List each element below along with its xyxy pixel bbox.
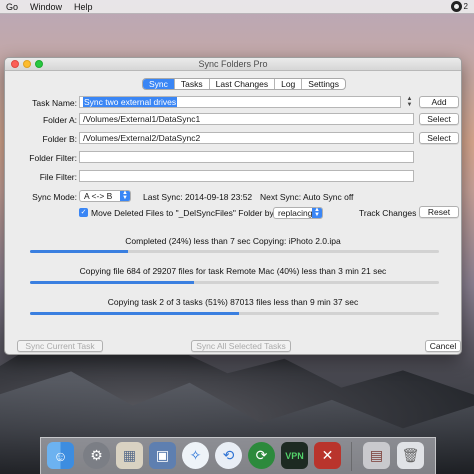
task-name-value: Sync two external drives — [83, 97, 178, 107]
dock-separator — [351, 442, 352, 471]
replacing-popup[interactable]: replacing ▲ ▼ — [273, 207, 323, 219]
file-filter-label: File Filter: — [39, 172, 77, 182]
sync-mode-label: Sync Mode: — [32, 192, 77, 202]
task-name-field[interactable]: Sync two external drives — [79, 96, 401, 108]
progress-status-2: Copying file 684 of 29207 files for task… — [79, 266, 387, 276]
zoom-window-button[interactable] — [35, 60, 43, 68]
safari-icon[interactable]: ✧ — [182, 442, 209, 469]
progress-status-3: Copying task 2 of 3 tasks (51%) 87013 fi… — [107, 297, 359, 307]
file-filter-field[interactable] — [79, 170, 414, 182]
folder-filter-label: Folder Filter: — [29, 153, 77, 163]
progress-bar-2 — [30, 281, 439, 284]
progress-status-1: Completed (24%) less than 7 sec Copying:… — [125, 236, 341, 246]
add-task-button[interactable]: Add — [419, 96, 459, 108]
crossover-icon[interactable]: ✕ — [314, 442, 341, 469]
sync-folders-window: Sync Folders Pro Sync Tasks Last Changes… — [4, 57, 462, 355]
folder-b-label: Folder B: — [42, 134, 78, 144]
sync-folders-icon[interactable]: ⟲ — [215, 442, 242, 469]
tab-last-changes[interactable]: Last Changes — [210, 79, 276, 89]
finder-icon[interactable]: ☺ — [47, 442, 74, 469]
folder-b-field[interactable]: /Volumes/External2/DataSync2 — [79, 132, 414, 144]
progress-bar-1 — [30, 250, 439, 253]
menu-extras: 2 — [450, 1, 468, 12]
menu-bar: Go Window Help 2 — [0, 0, 474, 14]
sync-status-icon[interactable] — [450, 1, 462, 12]
sync-current-task-button[interactable]: Sync Current Task — [17, 340, 103, 352]
next-sync-text: Next Sync: Auto Sync off — [260, 192, 354, 202]
folder-a-field[interactable]: /Volumes/External1/DataSync1 — [79, 113, 414, 125]
progress-fill-2 — [30, 281, 194, 284]
reset-button[interactable]: Reset — [419, 206, 459, 218]
cancel-button[interactable]: Cancel — [425, 340, 461, 352]
folder-filter-field[interactable] — [79, 151, 414, 163]
move-deleted-checkbox[interactable]: ✓ — [79, 208, 88, 217]
vpn-label: VPN — [285, 450, 304, 461]
tab-sync[interactable]: Sync — [143, 79, 175, 89]
tab-tasks[interactable]: Tasks — [175, 79, 210, 89]
last-sync-text: Last Sync: 2014-09-18 23:52 — [143, 192, 253, 202]
sync-mode-popup[interactable]: A <-> B ▲ ▼ — [79, 190, 131, 202]
menu-help[interactable]: Help — [68, 2, 99, 12]
preview-icon[interactable]: ▦ — [116, 442, 143, 469]
sync-mode-value: A <-> B — [84, 191, 113, 201]
sync-status-count: 2 — [463, 2, 468, 11]
replacing-value: replacing — [278, 208, 313, 218]
sync-arrows-icon[interactable]: ⟳ — [248, 442, 275, 469]
progress-fill-1 — [30, 250, 129, 253]
trash-icon[interactable]: 🗑 — [397, 442, 424, 469]
progress-fill-3 — [30, 312, 239, 315]
photos-icon[interactable]: ▣ — [149, 442, 176, 469]
minimize-window-button[interactable] — [23, 60, 31, 68]
progress-bar-3 — [30, 312, 439, 315]
tab-settings[interactable]: Settings — [302, 79, 345, 89]
track-changes-label: Track Changes — [359, 208, 417, 218]
vpn-icon[interactable]: VPN — [281, 442, 308, 469]
tab-bar: Sync Tasks Last Changes Log Settings — [142, 78, 346, 90]
select-folder-b-button[interactable]: Select — [419, 132, 459, 144]
window-controls — [11, 60, 43, 68]
popup-arrows-icon: ▲ ▼ — [312, 207, 322, 218]
title-bar: Sync Folders Pro — [5, 58, 461, 71]
window-title: Sync Folders Pro — [198, 59, 268, 69]
dock: ☺ ⚙ ▦ ▣ ✧ ⟲ ⟳ VPN ✕ ▤ 🗑 — [40, 437, 436, 474]
menu-window[interactable]: Window — [24, 2, 68, 12]
task-name-label: Task Name: — [32, 98, 77, 108]
popup-arrows-icon: ▲ ▼ — [120, 190, 130, 201]
task-stepper[interactable]: ▲ ▼ — [406, 96, 413, 108]
system-preferences-icon[interactable]: ⚙ — [83, 442, 110, 469]
folder-a-label: Folder A: — [42, 115, 77, 125]
select-folder-a-button[interactable]: Select — [419, 113, 459, 125]
tab-log[interactable]: Log — [275, 79, 303, 89]
close-window-button[interactable] — [11, 60, 19, 68]
move-deleted-label: Move Deleted Files to "_DelSyncFiles" Fo… — [91, 208, 277, 218]
photo-booth-icon[interactable]: ▤ — [363, 442, 390, 469]
menu-go[interactable]: Go — [0, 2, 24, 12]
sync-all-selected-tasks-button[interactable]: Sync All Selected Tasks — [191, 340, 291, 352]
